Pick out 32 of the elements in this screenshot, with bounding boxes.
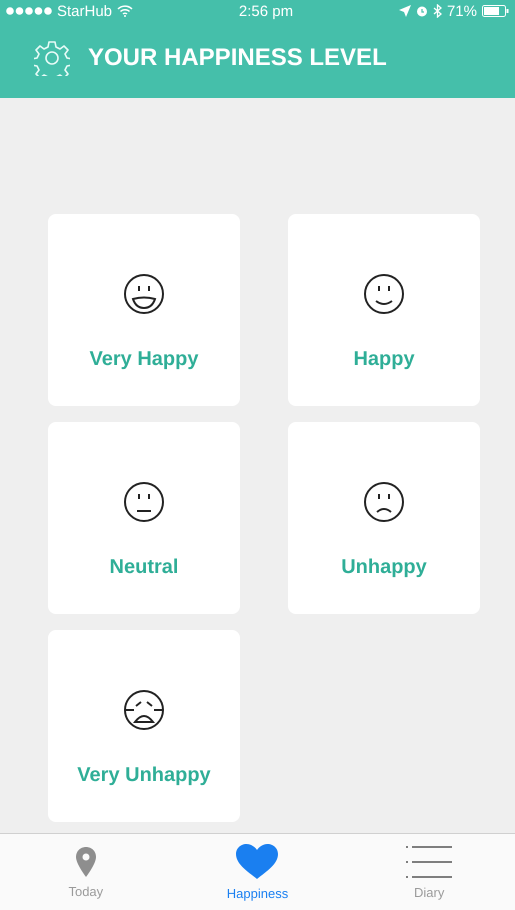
face-icon: [362, 480, 406, 524]
face-icon: [122, 688, 166, 732]
mood-label: Neutral: [110, 556, 178, 579]
signal-icon: [6, 7, 52, 15]
location-pin-icon: [74, 846, 97, 878]
mood-card[interactable]: Unhappy: [288, 422, 480, 614]
tab[interactable]: Happiness: [172, 834, 344, 910]
list-icon: [406, 844, 452, 878]
mood-card[interactable]: Very Happy: [48, 214, 240, 406]
face-icon: [122, 480, 166, 524]
battery-percentage: 71%: [446, 2, 477, 20]
mood-card[interactable]: Very Unhappy: [48, 630, 240, 822]
location-arrow-icon: [398, 5, 411, 17]
mood-label: Very Unhappy: [77, 764, 211, 787]
mood-label: Happy: [353, 348, 415, 371]
wifi-icon: [117, 5, 134, 17]
alarm-icon: [416, 5, 428, 17]
heart-icon: [235, 844, 280, 880]
settings-icon[interactable]: [34, 40, 70, 76]
mood-label: Very Happy: [90, 348, 198, 371]
tab[interactable]: Diary: [343, 834, 515, 910]
mood-card[interactable]: Neutral: [48, 422, 240, 614]
clock-time: 2:56 pm: [238, 2, 294, 20]
screen-title: YOUR HAPPINESS LEVEL: [88, 44, 387, 72]
tab[interactable]: Today: [0, 834, 172, 910]
carrier-name: StarHub: [57, 2, 112, 20]
bluetooth-icon: [432, 4, 442, 18]
face-icon: [362, 272, 406, 316]
mood-card[interactable]: Happy: [288, 214, 480, 406]
battery-icon: [482, 5, 509, 17]
mood-label: Unhappy: [341, 556, 427, 579]
face-icon: [122, 272, 166, 316]
